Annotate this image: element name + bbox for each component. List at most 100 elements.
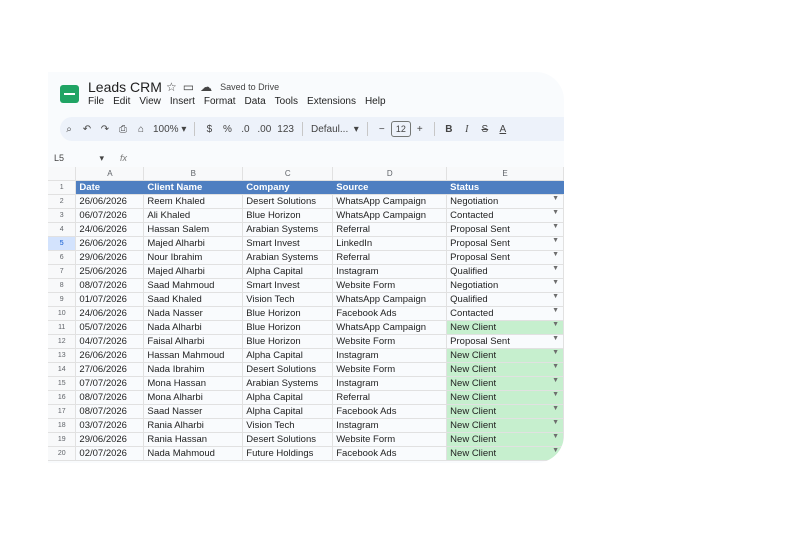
date-cell[interactable]: 08/07/2026 (75, 390, 145, 405)
source-cell[interactable]: LinkedIn (332, 236, 448, 251)
menu-insert[interactable]: Insert (170, 96, 195, 107)
company-cell[interactable]: Desert Solutions (242, 194, 334, 209)
header-cell-company[interactable]: Company (242, 180, 334, 195)
row-number[interactable]: 20 (48, 446, 77, 461)
source-cell[interactable]: Referral (332, 390, 448, 405)
chevron-down-icon[interactable]: ▼ (552, 391, 559, 398)
date-cell[interactable]: 29/06/2026 (75, 250, 145, 265)
company-cell[interactable]: Smart Invest (242, 278, 334, 293)
row-number[interactable]: 17 (48, 404, 77, 419)
row-number[interactable]: 18 (48, 418, 77, 433)
source-cell[interactable]: WhatsApp Campaign (332, 292, 448, 307)
row-number[interactable]: 14 (48, 362, 77, 377)
bold-button[interactable]: B (440, 119, 458, 139)
increase-decimal-button[interactable]: .00 (254, 119, 274, 139)
chevron-down-icon[interactable]: ▼ (552, 419, 559, 426)
star-icon[interactable]: ☆ (166, 80, 177, 94)
chevron-down-icon[interactable]: ▼ (552, 335, 559, 342)
chevron-down-icon[interactable]: ▼ (552, 195, 559, 202)
date-cell[interactable]: 27/06/2026 (75, 362, 145, 377)
status-dropdown-cell[interactable]: New Client ▼ (446, 432, 564, 447)
document-title[interactable]: Leads CRM (88, 79, 162, 95)
number-format-button[interactable]: 123 (274, 119, 297, 139)
row-number[interactable]: 9 (48, 292, 77, 307)
status-dropdown-cell[interactable]: New Client ▼ (446, 390, 564, 405)
column-header-e[interactable]: E (446, 167, 564, 181)
redo-icon[interactable]: ↷ (96, 119, 114, 139)
status-dropdown-cell[interactable]: Contacted ▼ (446, 208, 564, 223)
row-number[interactable]: 2 (48, 194, 77, 209)
row-number[interactable]: 16 (48, 390, 77, 405)
column-header-b[interactable]: B (143, 167, 244, 181)
client-name-cell[interactable]: Majed Alharbi (143, 236, 244, 251)
company-cell[interactable]: Alpha Capital (242, 348, 334, 363)
chevron-down-icon[interactable]: ▼ (552, 237, 559, 244)
date-cell[interactable]: 24/06/2026 (75, 222, 145, 237)
company-cell[interactable]: Vision Tech (242, 292, 334, 307)
row-number[interactable]: 3 (48, 208, 77, 223)
company-cell[interactable]: Arabian Systems (242, 376, 334, 391)
company-cell[interactable]: Alpha Capital (242, 264, 334, 279)
move-folder-icon[interactable]: ▭ (183, 80, 194, 94)
company-cell[interactable]: Arabian Systems (242, 222, 334, 237)
client-name-cell[interactable]: Hassan Salem (143, 222, 244, 237)
source-cell[interactable]: Website Form (332, 432, 448, 447)
source-cell[interactable]: Referral (332, 222, 448, 237)
status-dropdown-cell[interactable]: New Client ▼ (446, 376, 564, 391)
row-number[interactable]: 19 (48, 432, 77, 447)
source-cell[interactable]: Facebook Ads (332, 306, 448, 321)
row-number[interactable]: 10 (48, 306, 77, 321)
chevron-down-icon[interactable]: ▼ (552, 293, 559, 300)
header-cell-client-name[interactable]: Client Name (143, 180, 244, 195)
company-cell[interactable]: Blue Horizon (242, 208, 334, 223)
chevron-down-icon[interactable]: ▼ (552, 405, 559, 412)
status-dropdown-cell[interactable]: Qualified ▼ (446, 264, 564, 279)
menu-view[interactable]: View (139, 96, 161, 107)
client-name-cell[interactable]: Nada Mahmoud (143, 446, 244, 461)
italic-button[interactable]: I (458, 119, 476, 139)
date-cell[interactable]: 05/07/2026 (75, 320, 145, 335)
date-cell[interactable]: 29/06/2026 (75, 432, 145, 447)
date-cell[interactable]: 24/06/2026 (75, 306, 145, 321)
client-name-cell[interactable]: Saad Nasser (143, 404, 244, 419)
chevron-down-icon[interactable]: ▼ (552, 447, 559, 454)
source-cell[interactable]: WhatsApp Campaign (332, 320, 448, 335)
source-cell[interactable]: WhatsApp Campaign (332, 194, 448, 209)
client-name-cell[interactable]: Ali Khaled (143, 208, 244, 223)
increase-font-size-button[interactable]: + (411, 119, 429, 139)
source-cell[interactable]: WhatsApp Campaign (332, 208, 448, 223)
chevron-down-icon[interactable]: ▼ (552, 321, 559, 328)
menu-data[interactable]: Data (245, 96, 266, 107)
date-cell[interactable]: 04/07/2026 (75, 334, 145, 349)
client-name-cell[interactable]: Rania Hassan (143, 432, 244, 447)
chevron-down-icon[interactable]: ▼ (552, 265, 559, 272)
column-header-d[interactable]: D (332, 167, 448, 181)
client-name-cell[interactable]: Nour Ibrahim (143, 250, 244, 265)
source-cell[interactable]: Referral (332, 250, 448, 265)
source-cell[interactable]: Instagram (332, 418, 448, 433)
menu-tools[interactable]: Tools (275, 96, 298, 107)
company-cell[interactable]: Smart Invest (242, 236, 334, 251)
status-dropdown-cell[interactable]: New Client ▼ (446, 362, 564, 377)
print-icon[interactable]: ⎙ (114, 119, 132, 139)
chevron-down-icon[interactable]: ▼ (552, 279, 559, 286)
company-cell[interactable]: Desert Solutions (242, 362, 334, 377)
source-cell[interactable]: Website Form (332, 278, 448, 293)
client-name-cell[interactable]: Hassan Mahmoud (143, 348, 244, 363)
company-cell[interactable]: Future Holdings (242, 446, 334, 461)
paint-format-icon[interactable]: ⌂ (132, 119, 150, 139)
currency-button[interactable]: $ (200, 119, 218, 139)
menu-help[interactable]: Help (365, 96, 386, 107)
zoom-select[interactable]: 100% ▾ (150, 119, 189, 139)
status-dropdown-cell[interactable]: Contacted ▼ (446, 306, 564, 321)
date-cell[interactable]: 26/06/2026 (75, 194, 145, 209)
company-cell[interactable]: Blue Horizon (242, 334, 334, 349)
column-header-c[interactable]: C (242, 167, 334, 181)
client-name-cell[interactable]: Nada Ibrahim (143, 362, 244, 377)
row-number[interactable]: 7 (48, 264, 77, 279)
row-number[interactable]: 12 (48, 334, 77, 349)
status-dropdown-cell[interactable]: New Client ▼ (446, 320, 564, 335)
company-cell[interactable]: Desert Solutions (242, 432, 334, 447)
row-number[interactable]: 5 (48, 236, 77, 251)
date-cell[interactable]: 25/06/2026 (75, 264, 145, 279)
